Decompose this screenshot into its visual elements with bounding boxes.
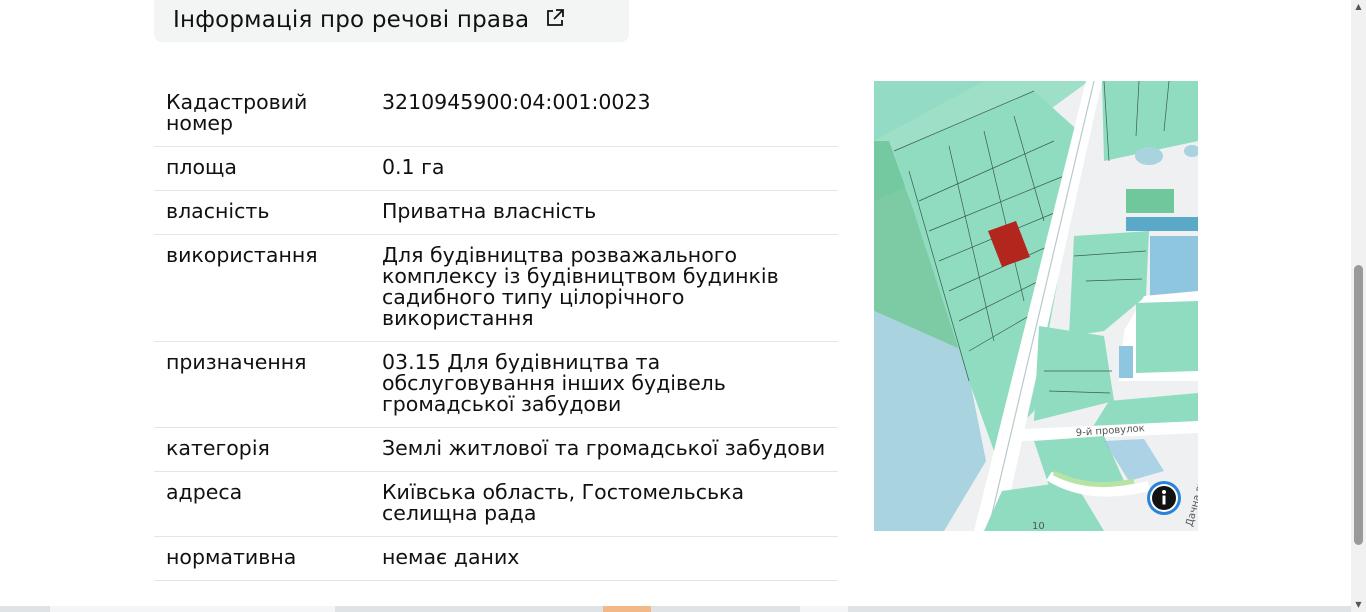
property-rights-title: Інформація про речові права (173, 7, 530, 33)
row-label-cadastral-number: Кадастровий номер (154, 82, 358, 147)
row-value-ownership: Приватна власність (358, 190, 838, 235)
parcel-details-table: Кадастровий номер 3210945900:04:001:0023… (154, 82, 838, 581)
table-row: адреса Київська область, Гостомельська с… (154, 471, 838, 537)
scroll-thumb[interactable] (1354, 265, 1363, 545)
table-row: нормативна немає даних (154, 536, 838, 581)
bottom-edge-strip (0, 606, 1351, 612)
row-value-area: 0.1 га (358, 146, 838, 191)
table-row: призначення 03.15 Для будівництва та обс… (154, 341, 838, 428)
row-label-normative: нормативна (154, 536, 358, 581)
table-row: Кадастровий номер 3210945900:04:001:0023 (154, 82, 838, 147)
property-rights-link[interactable]: Інформація про речові права (154, 0, 629, 42)
map-info-button[interactable] (1147, 481, 1181, 515)
row-label-address: адреса (154, 471, 358, 537)
row-value-category: Землі житлової та громадської забудови (358, 427, 838, 472)
table-row: використання Для будівництва розважально… (154, 234, 838, 342)
row-label-ownership: власність (154, 190, 358, 235)
page: Інформація про речові права Кадастровий … (0, 0, 1366, 612)
row-label-purpose: призначення (154, 341, 358, 428)
row-label-usage: використання (154, 234, 358, 342)
row-value-usage: Для будівництва розважального комплексу … (358, 234, 838, 342)
map-house-number: 10 (1032, 521, 1045, 531)
table-row: власність Приватна власність (154, 190, 838, 235)
row-label-area: площа (154, 146, 358, 191)
table-row: площа 0.1 га (154, 146, 838, 191)
row-value-purpose: 03.15 Для будівництва та обслуговування … (358, 341, 838, 428)
map-canvas[interactable]: 9-й провулок Дачна вулиця 10 (874, 81, 1198, 531)
external-link-icon (545, 8, 565, 28)
table-row: категорія Землі житлової та громадської … (154, 427, 838, 472)
scroll-up-arrow-icon[interactable]: ▲ (1351, 0, 1366, 14)
scroll-down-arrow-icon[interactable]: ▼ (1351, 598, 1366, 612)
row-value-normative: немає даних (358, 536, 838, 581)
row-value-cadastral-number: 3210945900:04:001:0023 (358, 82, 838, 147)
row-value-address: Київська область, Гостомельська селищна … (358, 471, 838, 537)
row-label-category: категорія (154, 427, 358, 472)
parcel-map[interactable]: 9-й провулок Дачна вулиця 10 (874, 81, 1198, 531)
page-scrollbar[interactable]: ▲ ▼ (1351, 0, 1366, 612)
